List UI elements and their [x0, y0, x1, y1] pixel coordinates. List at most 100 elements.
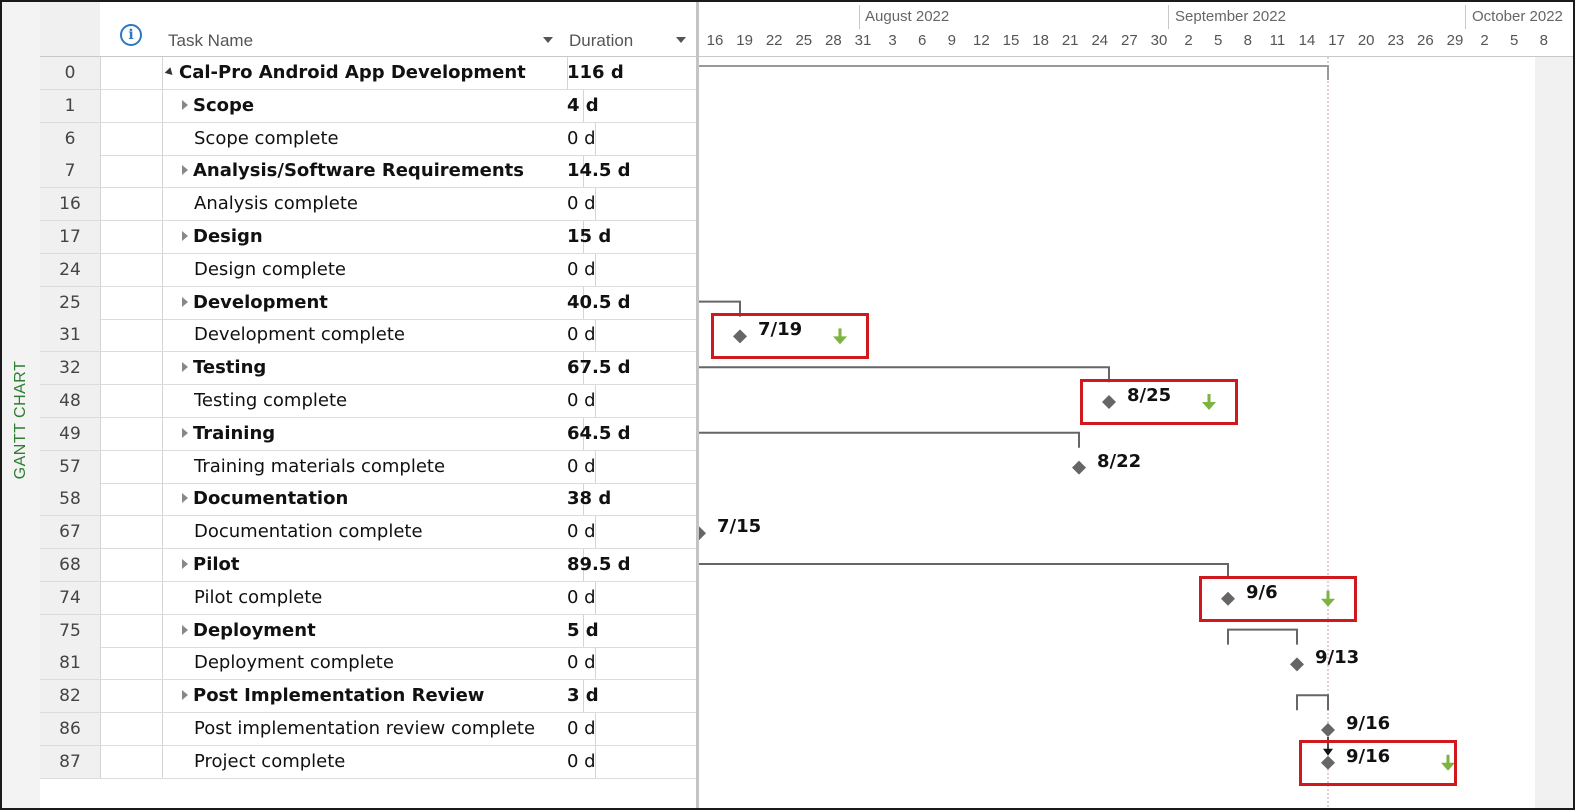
expand-triangle-icon[interactable] [182, 99, 188, 110]
row-indicator-cell[interactable] [100, 221, 163, 253]
table-row[interactable]: 7 Analysis/Software Requirements 14.5 d [40, 155, 696, 189]
task-name-cell[interactable]: Scope [162, 89, 584, 122]
duration-filter-dropdown-icon[interactable] [676, 37, 686, 43]
select-all-corner[interactable] [40, 2, 101, 57]
row-id[interactable]: 49 [40, 417, 101, 450]
row-indicator-cell[interactable] [100, 614, 163, 647]
expand-triangle-icon[interactable] [182, 493, 188, 504]
duration-cell[interactable]: 3 d [563, 680, 693, 712]
task-name-cell[interactable]: Post implementation review complete [162, 713, 596, 745]
duration-cell[interactable]: 0 d [563, 582, 693, 614]
table-row[interactable]: 86 Post implementation review complete 0 d [40, 713, 696, 746]
duration-cell[interactable]: 0 d [563, 713, 693, 745]
duration-cell[interactable]: 0 d [563, 647, 693, 679]
duration-cell[interactable]: 0 d [563, 516, 693, 548]
task-name-cell[interactable]: Analysis/Software Requirements [162, 155, 584, 188]
row-indicator-cell[interactable] [100, 713, 163, 745]
task-name-cell[interactable]: Pilot complete [162, 581, 596, 614]
duration-cell[interactable]: 64.5 d [563, 418, 693, 450]
task-name-cell[interactable]: Project complete [162, 745, 596, 778]
table-row[interactable]: 49 Training 64.5 d [40, 417, 696, 451]
duration-cell[interactable]: 0 d [563, 254, 693, 286]
table-row[interactable]: 25 Development 40.5 d [40, 286, 696, 320]
table-row[interactable]: 87 Project complete 0 d [40, 745, 696, 779]
table-row[interactable]: 75 Deployment 5 d [40, 614, 696, 648]
row-indicator-cell[interactable] [100, 745, 163, 778]
duration-cell[interactable]: 40.5 d [563, 287, 693, 319]
task-name-cell[interactable]: Documentation complete [162, 516, 596, 549]
duration-column-header[interactable]: Duration [563, 2, 699, 57]
task-name-cell[interactable]: Analysis complete [162, 188, 596, 221]
duration-cell[interactable]: 67.5 d [563, 352, 693, 384]
expand-triangle-icon[interactable] [182, 427, 188, 438]
row-id[interactable]: 31 [40, 319, 101, 352]
table-row[interactable]: 6 Scope complete 0 d [40, 122, 696, 156]
row-indicator-cell[interactable] [100, 647, 163, 680]
table-row[interactable]: 16 Analysis complete 0 d [40, 188, 696, 222]
duration-cell[interactable]: 4 d [563, 90, 693, 122]
table-row[interactable]: 82 Post Implementation Review 3 d [40, 680, 696, 714]
duration-cell[interactable]: 0 d [563, 451, 693, 483]
row-id[interactable]: 32 [40, 352, 101, 385]
row-id[interactable]: 1 [40, 89, 101, 122]
expand-triangle-icon[interactable] [182, 165, 188, 176]
expand-triangle-icon[interactable] [182, 231, 188, 241]
task-name-cell[interactable]: Development complete [162, 319, 596, 352]
row-id[interactable]: 0 [40, 57, 101, 89]
duration-cell[interactable]: 0 d [563, 746, 693, 778]
row-indicator-cell[interactable] [100, 253, 163, 286]
table-row[interactable]: 58 Documentation 38 d [40, 483, 696, 517]
row-id[interactable]: 81 [40, 647, 101, 680]
task-name-cell[interactable]: Design complete [162, 253, 596, 286]
table-row[interactable]: 67 Documentation complete 0 d [40, 516, 696, 550]
task-name-cell[interactable]: Pilot [162, 549, 584, 581]
table-row[interactable]: 74 Pilot complete 0 d [40, 581, 696, 615]
task-name-cell[interactable]: Scope complete [162, 122, 596, 155]
row-id[interactable]: 24 [40, 253, 101, 286]
view-bar[interactable]: GANTT CHART [2, 2, 40, 808]
task-name-cell[interactable]: Testing complete [162, 385, 596, 417]
row-id[interactable]: 87 [40, 745, 101, 778]
row-indicator-cell[interactable] [100, 450, 163, 483]
row-indicator-cell[interactable] [100, 352, 163, 385]
row-id[interactable]: 17 [40, 221, 101, 253]
task-name-cell[interactable]: Training materials complete [162, 450, 596, 483]
table-row[interactable]: 68 Pilot 89.5 d [40, 549, 696, 582]
row-id[interactable]: 68 [40, 549, 101, 581]
table-row[interactable]: 32 Testing 67.5 d [40, 352, 696, 386]
row-indicator-cell[interactable] [100, 385, 163, 417]
row-id[interactable]: 58 [40, 483, 101, 516]
task-name-filter-dropdown-icon[interactable] [543, 37, 553, 43]
duration-cell[interactable]: 14.5 d [563, 155, 693, 187]
row-indicator-cell[interactable] [100, 680, 163, 713]
row-id[interactable]: 82 [40, 680, 101, 713]
duration-cell[interactable]: 0 d [563, 188, 693, 220]
expand-triangle-icon[interactable] [182, 624, 188, 635]
table-row[interactable]: 48 Testing complete 0 d [40, 385, 696, 418]
table-row[interactable]: 81 Deployment complete 0 d [40, 647, 696, 681]
table-row[interactable]: 17 Design 15 d [40, 221, 696, 254]
duration-cell[interactable]: 0 d [563, 123, 693, 155]
expand-triangle-icon[interactable] [182, 362, 188, 373]
duration-cell[interactable]: 5 d [563, 615, 693, 647]
row-indicator-cell[interactable] [100, 155, 163, 188]
duration-cell[interactable]: 38 d [563, 483, 693, 515]
duration-cell[interactable]: 0 d [563, 385, 693, 417]
duration-cell[interactable]: 0 d [563, 319, 693, 351]
task-name-cell[interactable]: Training [162, 417, 584, 450]
row-indicator-cell[interactable] [100, 549, 163, 581]
row-id[interactable]: 57 [40, 450, 101, 483]
table-row[interactable]: 57 Training materials complete 0 d [40, 450, 696, 484]
task-name-cell[interactable]: Deployment [162, 614, 584, 647]
row-id[interactable]: 67 [40, 516, 101, 549]
row-indicator-cell[interactable] [100, 319, 163, 352]
row-indicator-cell[interactable] [100, 188, 163, 221]
row-indicator-cell[interactable] [100, 483, 163, 516]
task-name-cell[interactable]: Deployment complete [162, 647, 596, 680]
duration-cell[interactable]: 89.5 d [563, 549, 693, 581]
task-name-cell[interactable]: Design [162, 221, 584, 253]
row-indicator-cell[interactable] [100, 417, 163, 450]
row-indicator-cell[interactable] [100, 516, 163, 549]
table-row[interactable]: 24 Design complete 0 d [40, 253, 696, 287]
duration-cell[interactable]: 15 d [563, 221, 693, 253]
